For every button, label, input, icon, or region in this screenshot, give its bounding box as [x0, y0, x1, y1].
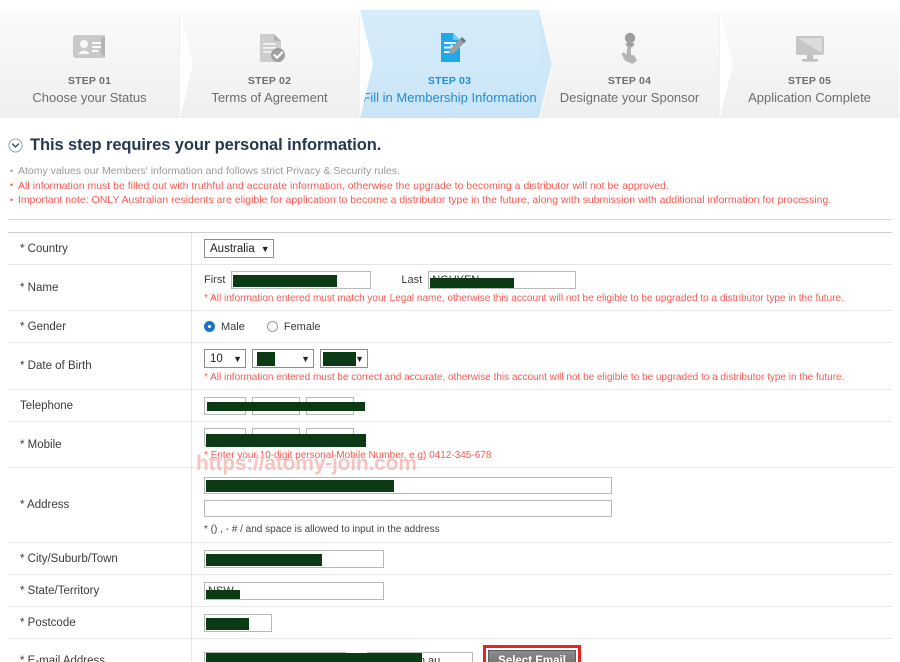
country-select-value: Australia [210, 242, 255, 255]
postcode-input[interactable] [204, 613, 272, 632]
chevron-down-circle-icon[interactable] [8, 138, 23, 153]
step-item-5[interactable]: STEP 05 Application Complete [720, 10, 900, 118]
field-label: * E-mail Address [8, 639, 192, 662]
dob-day-value: 10 [210, 352, 223, 365]
field-label: * Country [8, 233, 192, 264]
form-row-email: * E-mail Address @ yahoo.com.au Select E… [8, 639, 892, 662]
note-item: Important note: ONLY Australian resident… [10, 193, 890, 208]
form-row-date-of-birth: * Date of Birth 10 ▼ ▼ ▼ * All informati… [8, 343, 892, 390]
name-hint: * All information entered must match you… [204, 293, 844, 304]
radio-icon[interactable] [266, 321, 278, 332]
document-pen-icon [431, 26, 469, 70]
redaction-bar [206, 553, 322, 566]
step-number: STEP 01 [67, 75, 112, 87]
field-label: * Address [8, 468, 192, 542]
field-label: Telephone [8, 390, 192, 421]
gender-female-label: Female [283, 320, 321, 333]
redaction-bar [206, 434, 366, 447]
step-number: STEP 04 [607, 75, 652, 87]
page-title: This step requires your personal informa… [30, 136, 382, 154]
redaction-bar [206, 480, 394, 492]
form-row-state: * State/Territory NSW [8, 575, 892, 607]
redaction-bar [233, 275, 338, 287]
step-item-4[interactable]: STEP 04 Designate your Sponsor [540, 10, 732, 118]
form-row-address: * Address * () , - # / and space is allo… [8, 468, 892, 543]
field-label: * Mobile [8, 422, 192, 467]
step-progress-bar: STEP 01 Choose your Status STEP 02 Terms… [0, 10, 900, 118]
select-email-button[interactable]: Select Email [488, 650, 576, 662]
chevron-down-icon: ▼ [260, 243, 270, 254]
step-label: Designate your Sponsor [559, 90, 700, 105]
redaction-bar [430, 278, 515, 288]
section-header[interactable]: This step requires your personal informa… [8, 136, 381, 155]
field-label: * Date of Birth [8, 343, 192, 389]
note-item: All information must be filled out with … [10, 178, 890, 194]
step-item-2[interactable]: STEP 02 Terms of Agreement [180, 10, 372, 118]
redaction-bar [206, 589, 240, 599]
id-card-icon [71, 26, 109, 70]
redaction-bar [206, 617, 249, 630]
monitor-icon [791, 26, 829, 70]
field-label: * Postcode [8, 607, 192, 638]
form-row-mobile: * Mobile * Enter your 10-digit personal … [8, 422, 892, 468]
form-row-telephone: Telephone [8, 390, 892, 422]
step-label: Application Complete [748, 90, 871, 105]
gender-male-label: Male [221, 320, 245, 333]
form-row-name: * Name First Last NGUYEN * All informati… [8, 265, 892, 311]
step-number: STEP 03 [427, 75, 472, 87]
form-row-city: * City/Suburb/Town [8, 543, 892, 575]
form-row-postcode: * Postcode [8, 607, 892, 639]
membership-form: * Country Australia ▼ * Name First Last … [8, 232, 892, 662]
document-check-icon [251, 26, 289, 70]
form-row-country: * Country Australia ▼ [8, 232, 892, 265]
mobile-hint: * Enter your 10-digit personal Mobile Nu… [204, 450, 492, 461]
note-item: Atomy values our Members' information an… [10, 164, 890, 179]
redaction-bar [207, 401, 365, 411]
field-label: * State/Territory [8, 575, 192, 606]
step-number: STEP 02 [247, 75, 292, 87]
redaction-bar [323, 352, 356, 366]
field-label: * City/Suburb/Town [8, 543, 192, 574]
step-item-1[interactable]: STEP 01 Choose your Status [0, 10, 192, 118]
step-label: Choose your Status [32, 90, 147, 105]
field-label: * Name [8, 265, 192, 310]
dob-hint: * All information entered must be correc… [204, 372, 845, 383]
divider [8, 219, 892, 220]
step-number: STEP 05 [787, 75, 832, 87]
last-name-input[interactable]: NGUYEN [428, 271, 577, 289]
address-line1-input[interactable] [204, 477, 612, 494]
first-name-label: First [204, 274, 226, 286]
last-name-label: Last [401, 274, 423, 286]
chevron-down-icon: ▼ [301, 353, 310, 364]
dob-year-select[interactable]: ▼ [320, 349, 368, 368]
city-input[interactable] [204, 549, 384, 568]
chevron-down-icon: ▼ [355, 353, 364, 364]
radio-icon-selected[interactable] [204, 321, 215, 332]
membership-registration-page: STEP 01 Choose your Status STEP 02 Terms… [0, 0, 900, 662]
redaction-bar [206, 653, 422, 662]
first-name-input[interactable] [231, 271, 372, 289]
gender-radio-female[interactable]: Female [266, 320, 321, 333]
gender-radio-male[interactable]: Male [204, 321, 245, 333]
form-row-gender: * Gender Male Female [8, 311, 892, 343]
redaction-bar [257, 352, 275, 366]
step-label: Fill in Membership Information [362, 90, 537, 105]
state-input[interactable]: NSW [204, 581, 384, 600]
select-email-highlight: Select Email [483, 645, 581, 662]
dob-month-select[interactable]: ▼ [252, 349, 314, 368]
step-label: Terms of Agreement [211, 90, 328, 105]
notes-list: Atomy values our Members' information an… [10, 164, 890, 208]
dob-day-select[interactable]: 10 ▼ [204, 349, 246, 368]
country-select[interactable]: Australia ▼ [204, 239, 274, 258]
step-item-3[interactable]: STEP 03 Fill in Membership Information [360, 10, 552, 118]
hand-pointer-person-icon [613, 26, 647, 70]
address-hint: * () , - # / and space is allowed to inp… [204, 524, 440, 535]
address-line2-input[interactable] [204, 500, 612, 517]
field-label: * Gender [8, 311, 192, 342]
chevron-down-icon: ▼ [233, 353, 242, 364]
